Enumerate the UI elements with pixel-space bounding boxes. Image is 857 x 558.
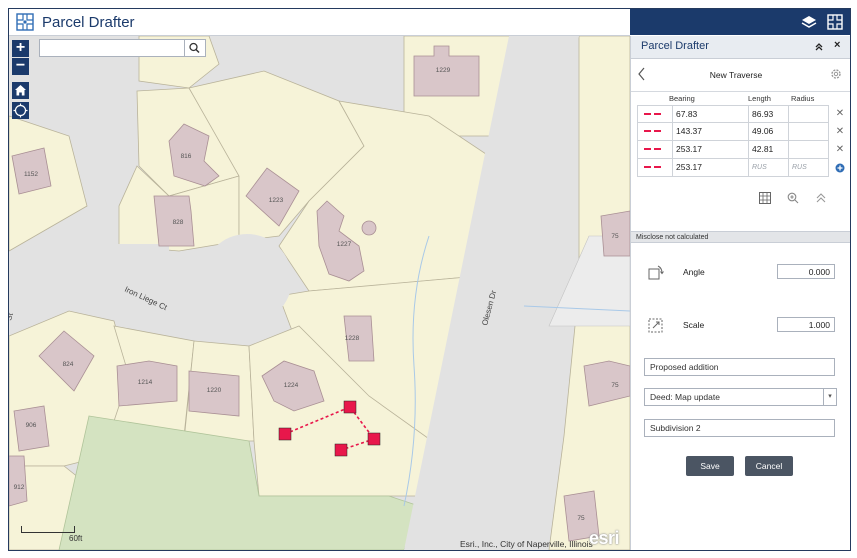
- traverse-row[interactable]: 143.37 49.06: [637, 123, 829, 141]
- locate-button[interactable]: [12, 102, 29, 119]
- home-button[interactable]: [12, 82, 29, 99]
- new-bearing-input[interactable]: 253.17: [672, 159, 748, 176]
- cancel-button[interactable]: Cancel: [745, 456, 793, 476]
- parcel-label: 906: [26, 422, 37, 429]
- chevron-double-up-icon[interactable]: [814, 42, 824, 52]
- parcel-label: 824: [63, 361, 74, 368]
- parcel-label: 1220: [207, 387, 222, 394]
- subdivision-field[interactable]: Subdivision 2: [644, 419, 835, 437]
- parcel-label: 75: [611, 233, 619, 240]
- map-view[interactable]: 1229 1152 816 828 1223 1227 1228 824 121…: [9, 36, 630, 550]
- traverse-vertex[interactable]: [334, 443, 348, 457]
- rotate-icon: [648, 265, 664, 280]
- parcel-drafter-panel: Parcel Drafter × New Traverse Bearing Le…: [630, 36, 850, 550]
- zoom-out-button[interactable]: −: [12, 58, 29, 75]
- app-window: Parcel Drafter 1229 1152 816 828 1223 12…: [8, 8, 851, 551]
- column-header-radius: Radius: [791, 94, 815, 103]
- parcel-label: 912: [14, 484, 25, 491]
- length-cell[interactable]: 86.93: [748, 106, 788, 123]
- bearing-cell[interactable]: 143.37: [672, 123, 748, 140]
- record-select-value: Deed: Map update: [650, 392, 720, 402]
- locate-icon: [13, 103, 28, 118]
- new-traverse-row[interactable]: 253.17 RUS RUS: [637, 159, 829, 177]
- parcel-drafter-widget-icon[interactable]: [826, 13, 844, 31]
- grid-toggle-icon[interactable]: [759, 192, 771, 204]
- parcel-label: 1152: [24, 171, 38, 178]
- home-icon: [15, 85, 26, 96]
- traverse-vertex[interactable]: [367, 432, 381, 446]
- length-cell[interactable]: 42.81: [748, 141, 788, 158]
- search-icon: [189, 42, 200, 54]
- delete-row-icon[interactable]: ✕: [835, 145, 845, 155]
- traverse-vertex[interactable]: [343, 400, 357, 414]
- line-type-icon[interactable]: [644, 113, 661, 115]
- parcel-label: 75: [611, 382, 619, 389]
- new-radius-input[interactable]: RUS: [788, 159, 830, 176]
- angle-input[interactable]: 0.000: [777, 264, 835, 279]
- app-header: Parcel Drafter: [9, 9, 630, 36]
- zoom-to-icon[interactable]: [787, 192, 799, 204]
- map-canvas[interactable]: 1229 1152 816 828 1223 1227 1228 824 121…: [9, 36, 630, 550]
- zoom-in-button[interactable]: +: [12, 40, 29, 57]
- delete-row-icon[interactable]: ✕: [835, 127, 845, 137]
- app-title: Parcel Drafter: [42, 13, 135, 31]
- esri-logo: esri: [589, 528, 620, 548]
- parcel-label: 1228: [345, 335, 360, 342]
- search-button[interactable]: [185, 39, 206, 57]
- parcel-label: 1223: [269, 197, 284, 204]
- traverse-row[interactable]: 253.17 42.81: [637, 141, 829, 159]
- line-type-icon[interactable]: [644, 130, 661, 132]
- parcel-label: 1224: [284, 382, 299, 389]
- expand-icon[interactable]: [815, 192, 827, 204]
- panel-header: Parcel Drafter ×: [631, 36, 850, 59]
- column-header-length: Length: [748, 94, 771, 103]
- parcel-label: 1227: [337, 241, 352, 248]
- scale-label: Scale: [683, 320, 705, 330]
- top-toolbar: [630, 9, 850, 35]
- close-panel-button[interactable]: ×: [834, 39, 840, 51]
- length-cell[interactable]: 49.06: [748, 123, 788, 140]
- parcel-label: 1214: [138, 379, 153, 386]
- radius-cell[interactable]: [788, 106, 830, 123]
- parcel-label: 828: [173, 219, 184, 226]
- angle-label: Angle: [683, 267, 705, 277]
- parcel-name-field[interactable]: Proposed addition: [644, 358, 835, 376]
- app-logo-icon: [16, 13, 34, 31]
- traverse-row[interactable]: 67.83 86.93: [637, 105, 829, 123]
- chevron-down-icon[interactable]: ▾: [823, 389, 836, 405]
- radius-cell[interactable]: [788, 141, 830, 158]
- bearing-cell[interactable]: 67.83: [672, 106, 748, 123]
- record-select[interactable]: Deed: Map update ▾: [644, 388, 837, 406]
- parcel-label: 75: [577, 515, 585, 522]
- save-button[interactable]: Save: [686, 456, 734, 476]
- misclose-status: Misclose not calculated: [631, 231, 850, 243]
- traverse-vertex[interactable]: [278, 427, 292, 441]
- layers-icon[interactable]: [800, 13, 818, 31]
- line-type-icon[interactable]: [644, 166, 661, 168]
- new-length-input[interactable]: RUS: [748, 159, 788, 176]
- traverse-title: New Traverse: [709, 70, 763, 80]
- line-type-icon[interactable]: [644, 148, 661, 150]
- gear-icon[interactable]: [829, 67, 843, 81]
- scale-bar-label: 60ft: [69, 534, 83, 543]
- radius-cell[interactable]: [788, 123, 830, 140]
- panel-title: Parcel Drafter: [641, 40, 709, 52]
- scale-bar: [21, 526, 75, 533]
- bearing-cell[interactable]: 253.17: [672, 141, 748, 158]
- add-row-icon[interactable]: [835, 163, 845, 173]
- search-input[interactable]: [39, 39, 185, 57]
- parcel-label: 1229: [436, 67, 451, 74]
- delete-row-icon[interactable]: ✕: [835, 109, 845, 119]
- scale-input[interactable]: 1.000: [777, 317, 835, 332]
- column-header-bearing: Bearing: [669, 94, 695, 103]
- parcel-label: 816: [181, 153, 192, 160]
- scale-icon: [648, 318, 663, 333]
- traverse-subheader: New Traverse: [631, 59, 850, 92]
- map-attribution: Esri., Inc., City of Naperville, Illinoi…: [460, 539, 593, 549]
